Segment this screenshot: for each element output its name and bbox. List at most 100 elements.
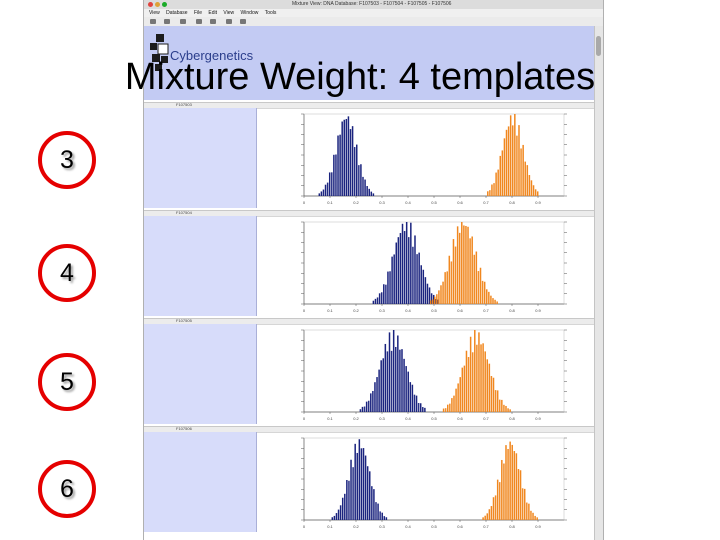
histogram-bar bbox=[328, 172, 331, 196]
menu-item-database[interactable]: Database bbox=[166, 9, 187, 17]
print-icon[interactable] bbox=[164, 19, 170, 24]
panel-side bbox=[144, 216, 257, 316]
histogram-bar bbox=[420, 265, 422, 304]
histogram-bar bbox=[359, 409, 362, 412]
close-window-button[interactable] bbox=[148, 2, 153, 7]
histogram-bar bbox=[333, 154, 335, 196]
menu-item-window[interactable]: Window bbox=[241, 9, 259, 17]
menu-item-edit[interactable]: Edit bbox=[208, 9, 217, 17]
histogram-bar bbox=[536, 191, 539, 196]
histogram-bar bbox=[505, 129, 508, 196]
histogram-bar bbox=[409, 382, 412, 412]
x-tick-label: 0.4 bbox=[405, 416, 411, 421]
histogram-bar bbox=[496, 390, 499, 412]
save-icon[interactable] bbox=[150, 19, 156, 24]
histogram-bar bbox=[505, 445, 507, 520]
x-tick-label: 0.6 bbox=[457, 416, 463, 421]
histogram-bar bbox=[414, 235, 416, 304]
histogram-bar bbox=[431, 299, 434, 304]
histogram-bar bbox=[424, 277, 427, 304]
histogram-bar bbox=[346, 480, 348, 520]
chart-icon[interactable] bbox=[210, 19, 216, 24]
vertical-scrollbar[interactable] bbox=[594, 26, 603, 540]
x-tick-label: 0.2 bbox=[353, 308, 359, 313]
histogram-bar bbox=[438, 290, 440, 304]
histogram-bar bbox=[324, 184, 327, 196]
x-tick-label: 0 bbox=[303, 308, 306, 313]
histogram-bar bbox=[494, 495, 497, 520]
x-tick-label: 0.8 bbox=[509, 200, 515, 205]
histogram-bar bbox=[475, 251, 478, 304]
histogram-bar bbox=[419, 403, 422, 412]
histogram-bar bbox=[488, 291, 490, 304]
panel-side bbox=[144, 108, 257, 208]
histogram-bar bbox=[380, 360, 382, 412]
settings-icon[interactable] bbox=[240, 19, 246, 24]
histogram-bar bbox=[476, 344, 478, 412]
histogram-bar bbox=[341, 121, 343, 196]
mixture-weight-chart-3: 0 0.1 0.2 0.3 0.4 0.5 0.6 0.7 0.8 0.9 bbox=[301, 329, 567, 421]
histogram-bar bbox=[526, 165, 529, 196]
x-tick-label: 0.1 bbox=[327, 308, 333, 313]
histogram-bar bbox=[458, 232, 461, 304]
grid-icon[interactable] bbox=[226, 19, 232, 24]
open-icon[interactable] bbox=[196, 19, 202, 24]
histogram-bar bbox=[397, 237, 400, 304]
histogram-bar bbox=[509, 441, 511, 520]
histogram-bar bbox=[507, 408, 509, 412]
histogram-bar bbox=[385, 517, 388, 520]
histogram-bar bbox=[411, 384, 414, 412]
histogram-bar bbox=[483, 281, 486, 304]
histogram-bar bbox=[389, 271, 391, 304]
histogram-bar bbox=[447, 404, 449, 412]
histogram-bar bbox=[514, 114, 516, 196]
x-tick-label: 0.5 bbox=[431, 308, 437, 313]
histogram-bar bbox=[486, 359, 489, 412]
histogram-bar bbox=[333, 515, 336, 520]
histogram-bar bbox=[395, 242, 398, 304]
histogram-bar bbox=[349, 129, 352, 196]
histogram-bar bbox=[372, 390, 374, 412]
histogram-bar bbox=[487, 191, 489, 196]
histogram-bar bbox=[493, 183, 495, 196]
template-count-3: 3 bbox=[38, 131, 96, 189]
histogram-bar bbox=[488, 363, 491, 412]
histogram-bar bbox=[401, 349, 403, 412]
menu-item-tools[interactable]: Tools bbox=[265, 9, 277, 17]
histogram-bar bbox=[496, 301, 498, 304]
histogram-bar bbox=[343, 119, 346, 196]
histogram-bar bbox=[488, 509, 491, 520]
x-tick-label: 0.3 bbox=[379, 200, 385, 205]
mixture-weight-chart-4: 0 0.1 0.2 0.3 0.4 0.5 0.6 0.7 0.8 0.9 bbox=[301, 437, 567, 529]
histogram-bar bbox=[341, 497, 344, 520]
histogram-bar bbox=[530, 510, 532, 520]
histogram-bar bbox=[434, 296, 436, 304]
histogram-bar bbox=[479, 267, 482, 304]
zoom-window-button[interactable] bbox=[162, 2, 167, 7]
histogram-bar bbox=[356, 452, 359, 520]
histogram-bar bbox=[499, 399, 501, 412]
histogram-bar bbox=[403, 231, 406, 304]
histogram-bar bbox=[511, 444, 513, 520]
window-title: Mixture View: DNA Database: F107503 - F1… bbox=[292, 1, 452, 7]
minimize-window-button[interactable] bbox=[155, 2, 160, 7]
histogram-bar bbox=[399, 233, 402, 304]
menu-item-view[interactable]: View bbox=[149, 9, 160, 17]
histogram-bar bbox=[392, 330, 395, 412]
x-tick-label: 0 bbox=[303, 200, 306, 205]
menu-item-view-2[interactable]: View bbox=[223, 9, 234, 17]
histogram-bar bbox=[351, 126, 354, 196]
histogram-bar bbox=[496, 479, 499, 520]
histogram-bar bbox=[369, 471, 371, 520]
histogram-bar bbox=[345, 118, 348, 196]
histogram-bar bbox=[372, 300, 375, 304]
histogram-bar bbox=[518, 125, 520, 196]
menu-item-file[interactable]: File bbox=[194, 9, 202, 17]
database-icon[interactable] bbox=[180, 19, 186, 24]
histogram-bar bbox=[385, 284, 387, 304]
x-tick-label: 0.3 bbox=[379, 308, 385, 313]
histogram-bar bbox=[520, 148, 522, 196]
histogram-bar bbox=[484, 515, 486, 520]
x-tick-label: 0.5 bbox=[431, 200, 437, 205]
histogram-bar bbox=[492, 497, 495, 520]
